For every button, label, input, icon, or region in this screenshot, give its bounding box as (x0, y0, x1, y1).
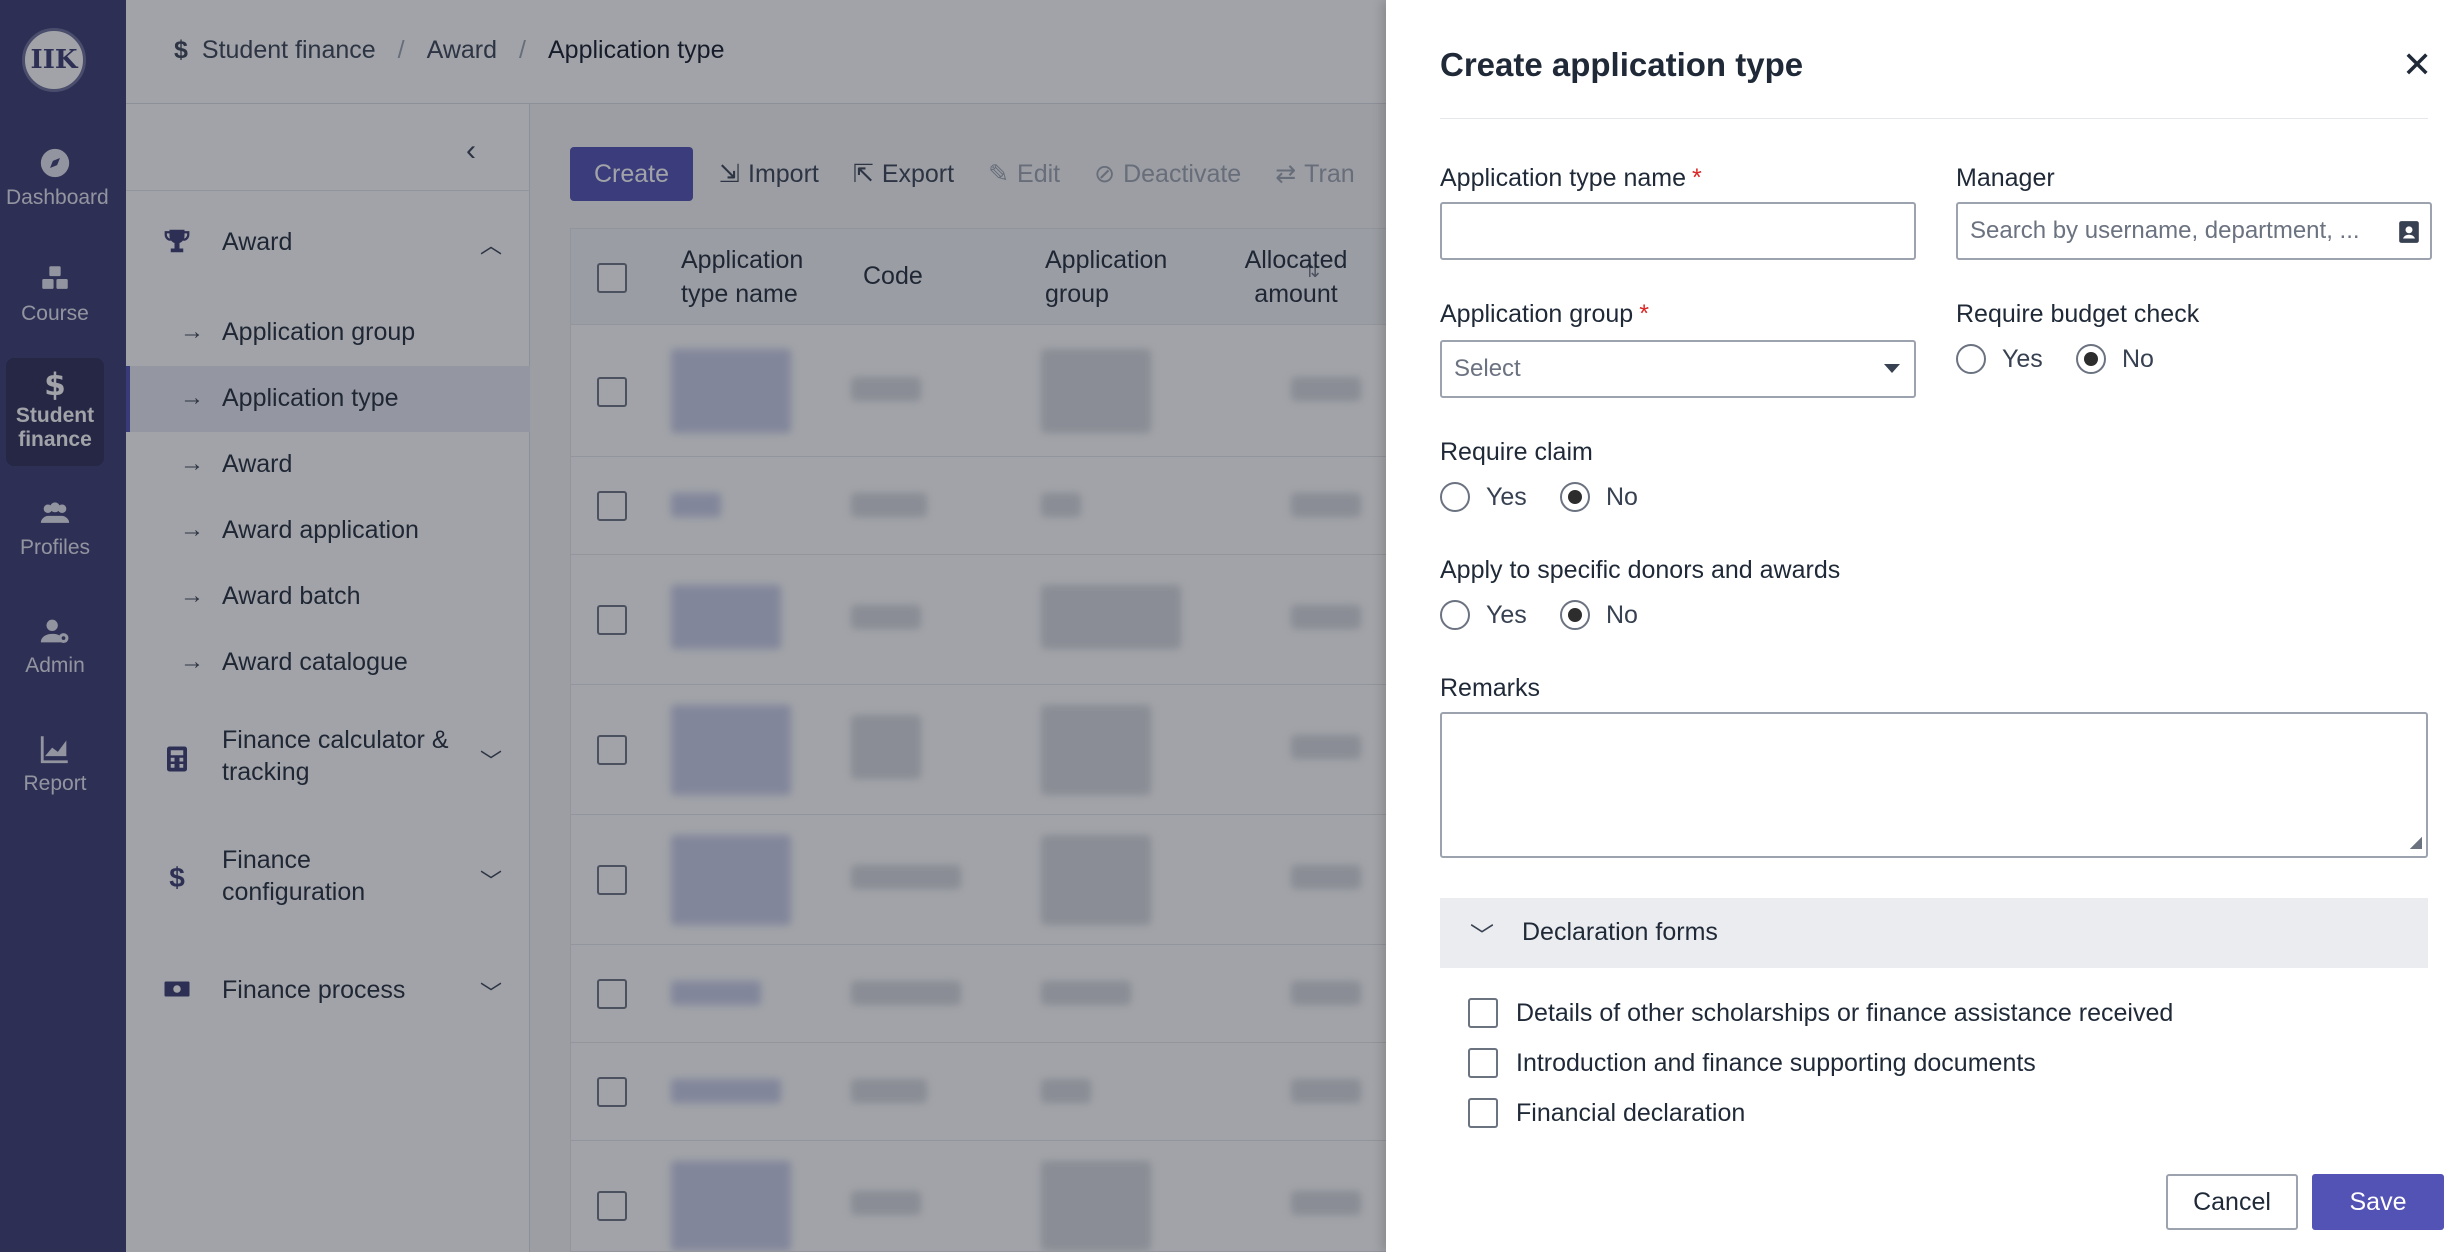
radio-label: No (1606, 482, 1638, 511)
radio-circle (1440, 600, 1470, 630)
radio-label: Yes (1486, 482, 1527, 511)
accordion-title: Declaration forms (1522, 918, 1718, 946)
required-marker: * (1691, 164, 1702, 192)
budget-check-yes-radio[interactable]: Yes (1956, 344, 2043, 374)
application-type-name-label: Application type name * (1440, 164, 1702, 193)
declaration-checkbox-introduction[interactable]: Introduction and finance supporting docu… (1468, 1048, 2036, 1078)
application-group-label: Application group * (1440, 300, 1649, 329)
claim-no-radio[interactable]: No (1560, 482, 1638, 512)
checkbox-box (1468, 1048, 1498, 1078)
radio-label: No (1606, 600, 1638, 629)
radio-label: Yes (2002, 344, 2043, 373)
chevron-down-icon: ﹀ (1470, 923, 1494, 950)
donors-yes-radio[interactable]: Yes (1440, 600, 1527, 630)
divider (1440, 118, 2428, 119)
required-marker: * (1639, 300, 1649, 328)
checkbox-box (1468, 1098, 1498, 1128)
application-type-name-input[interactable] (1440, 202, 1916, 260)
remarks-label: Remarks (1440, 674, 1541, 702)
claim-yes-radio[interactable]: Yes (1440, 482, 1527, 512)
modal-overlay[interactable] (0, 0, 1386, 1252)
checkbox-label: Introduction and finance supporting docu… (1516, 1048, 2036, 1077)
cancel-button[interactable]: Cancel (2166, 1174, 2298, 1230)
checkbox-label: Details of other scholarships or finance… (1516, 998, 2174, 1027)
budget-check-no-radio[interactable]: No (2076, 344, 2154, 374)
manager-search-input[interactable]: Search by username, department, ... (1956, 202, 2432, 260)
select-placeholder: Select (1454, 355, 1521, 382)
resize-handle-icon[interactable]: ◢ (2410, 832, 2422, 852)
create-application-type-drawer: Create application type ✕ Application ty… (1386, 0, 2460, 1252)
radio-circle (1956, 344, 1986, 374)
checkbox-label: Financial declaration (1516, 1098, 1746, 1127)
label-text: Application type name (1440, 164, 1686, 192)
declaration-forms-accordion[interactable]: ﹀ Declaration forms (1440, 898, 2428, 968)
apply-specific-donors-label: Apply to specific donors and awards (1440, 556, 1841, 584)
caret-down-icon (1884, 364, 1900, 373)
require-budget-check-label: Require budget check (1956, 300, 2200, 328)
radio-circle (1560, 600, 1590, 630)
checkbox-box (1468, 998, 1498, 1028)
radio-label: Yes (1486, 600, 1527, 629)
radio-circle (2076, 344, 2106, 374)
declaration-checkbox-scholarships[interactable]: Details of other scholarships or finance… (1468, 998, 2173, 1028)
remarks-textarea[interactable]: ◢ (1440, 712, 2428, 858)
radio-circle (1440, 482, 1470, 512)
contact-card-icon[interactable] (2398, 220, 2420, 244)
save-button[interactable]: Save (2312, 1174, 2444, 1230)
radio-label: No (2122, 344, 2154, 373)
require-claim-label: Require claim (1440, 438, 1593, 466)
close-icon[interactable]: ✕ (2402, 44, 2432, 86)
label-text: Application group (1440, 300, 1634, 328)
drawer-title: Create application type (1440, 46, 1804, 83)
manager-placeholder: Search by username, department, ... (1970, 217, 2360, 244)
donors-no-radio[interactable]: No (1560, 600, 1638, 630)
declaration-checkbox-financial[interactable]: Financial declaration (1468, 1098, 1745, 1128)
radio-circle (1560, 482, 1590, 512)
application-group-select[interactable]: Select (1440, 340, 1916, 398)
manager-label: Manager (1956, 164, 2055, 192)
